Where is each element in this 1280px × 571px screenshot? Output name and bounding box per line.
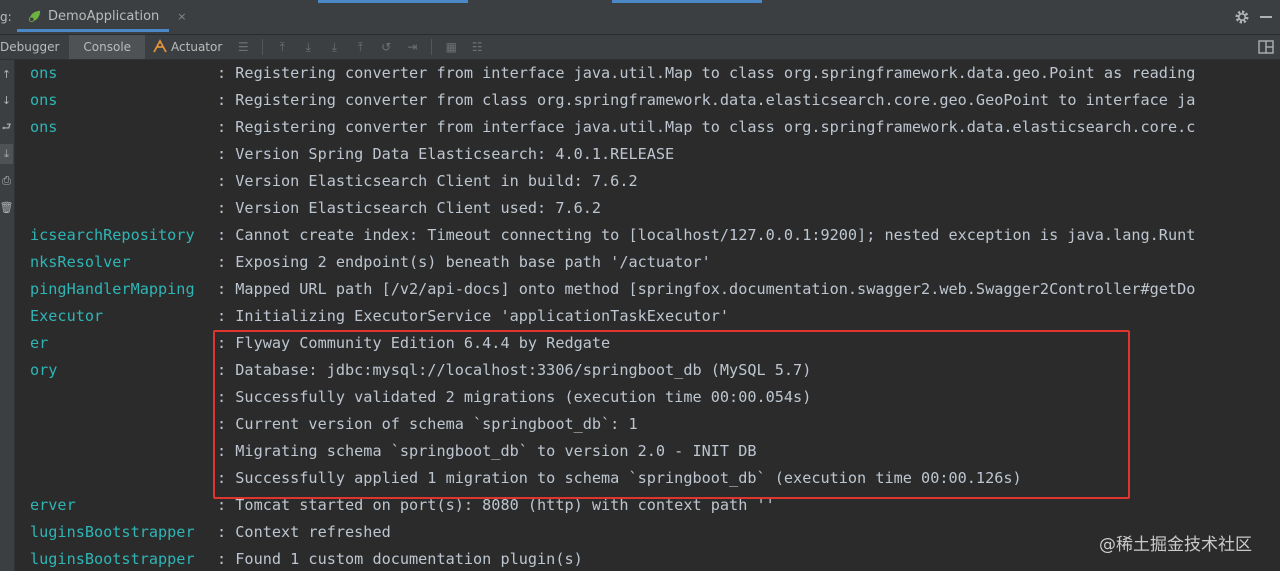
tab-console[interactable]: Console [69, 35, 146, 59]
logger-name: ons [30, 64, 58, 82]
log-message: : Version Elasticsearch Client used: 7.6… [217, 199, 602, 217]
log-message: : Exposing 2 endpoint(s) beneath base pa… [217, 253, 711, 271]
close-icon[interactable]: × [177, 10, 186, 23]
log-message: : Version Spring Data Elasticsearch: 4.0… [217, 145, 675, 163]
restore-layout-icon[interactable] [1258, 40, 1274, 54]
actuator-icon [153, 38, 167, 56]
debug-toolbar: Debugger Console Actuator ☰ ⤒ ⤓ ⤓ ⤒ ↺ ⇥ … [0, 35, 1280, 60]
run-label: g: [0, 10, 12, 24]
toolbar-separator [431, 39, 433, 55]
gear-icon[interactable] [1234, 9, 1250, 25]
log-message: : Registering converter from interface j… [217, 64, 1196, 82]
logger-name: nksResolver [30, 253, 131, 271]
trace-icon[interactable]: ☷ [469, 39, 485, 55]
log-message: : Found 1 custom documentation plugin(s) [217, 550, 583, 568]
minimize-icon[interactable] [1260, 16, 1272, 18]
logger-name: pingHandlerMapping [30, 280, 195, 298]
logger-name: erver [30, 496, 76, 514]
step-over-icon[interactable]: ⤓ [300, 39, 316, 55]
logger-name: ory [30, 361, 58, 379]
run-tool-window-header: g: DemoApplication × [0, 0, 1280, 35]
run-to-cursor-icon[interactable]: ⇥ [404, 39, 420, 55]
scroll-to-end-icon[interactable]: ⤓ [0, 144, 13, 164]
drop-frame-icon[interactable]: ↺ [378, 39, 394, 55]
logger-name: Executor [30, 307, 104, 325]
run-config-tab[interactable]: DemoApplication × [17, 4, 186, 32]
log-message: : Registering converter from class org.s… [217, 91, 1196, 109]
tab-actuator-label: Actuator [171, 40, 223, 54]
menu-lines-icon[interactable]: ☰ [235, 39, 251, 55]
tab-actuator[interactable]: Actuator [145, 35, 230, 59]
logger-name: luginsBootstrapper [30, 550, 195, 568]
tab-debugger-label: Debugger [0, 40, 60, 54]
scroll-up-icon[interactable]: ↑ [0, 64, 13, 84]
log-message: : Version Elasticsearch Client in build:… [217, 172, 638, 190]
log-message: : Mapped URL path [/v2/api-docs] onto me… [217, 280, 1196, 298]
step-out-icon[interactable]: ⤒ [352, 39, 368, 55]
tab-console-label: Console [83, 40, 132, 54]
spring-boot-icon [27, 9, 42, 24]
logger-name: icsearchRepository [30, 226, 195, 244]
log-message: : Context refreshed [217, 523, 391, 541]
tab-debugger[interactable]: Debugger [0, 35, 69, 59]
console-gutter: ↑ ↓ ⮐ ⤓ ⎙ 🗑 [0, 60, 15, 571]
logger-name: ons [30, 118, 58, 136]
watermark: @稀土掘金技术社区 [1099, 535, 1252, 555]
scroll-down-icon[interactable]: ↓ [0, 90, 13, 110]
log-message: : Registering converter from interface j… [217, 118, 1196, 136]
log-message: : Initializing ExecutorService 'applicat… [217, 307, 730, 325]
logger-name: ons [30, 91, 58, 109]
step-into-icon[interactable]: ⤓ [326, 39, 342, 55]
highlight-box [213, 330, 1130, 499]
run-config-label: DemoApplication [48, 9, 160, 24]
tab-accent-line [612, 0, 762, 3]
show-execution-point-icon[interactable]: ⤒ [274, 39, 290, 55]
print-icon[interactable]: ⎙ [0, 171, 13, 191]
soft-wrap-icon[interactable]: ⮐ [0, 117, 13, 137]
log-message: : Cannot create index: Timeout connectin… [217, 226, 1196, 244]
toolbar-separator [262, 39, 264, 55]
logger-name: er [30, 334, 49, 352]
clear-all-icon[interactable]: 🗑 [0, 197, 13, 217]
evaluate-icon[interactable]: ▦ [443, 39, 459, 55]
logger-name: luginsBootstrapper [30, 523, 195, 541]
tab-accent-line [318, 0, 468, 3]
